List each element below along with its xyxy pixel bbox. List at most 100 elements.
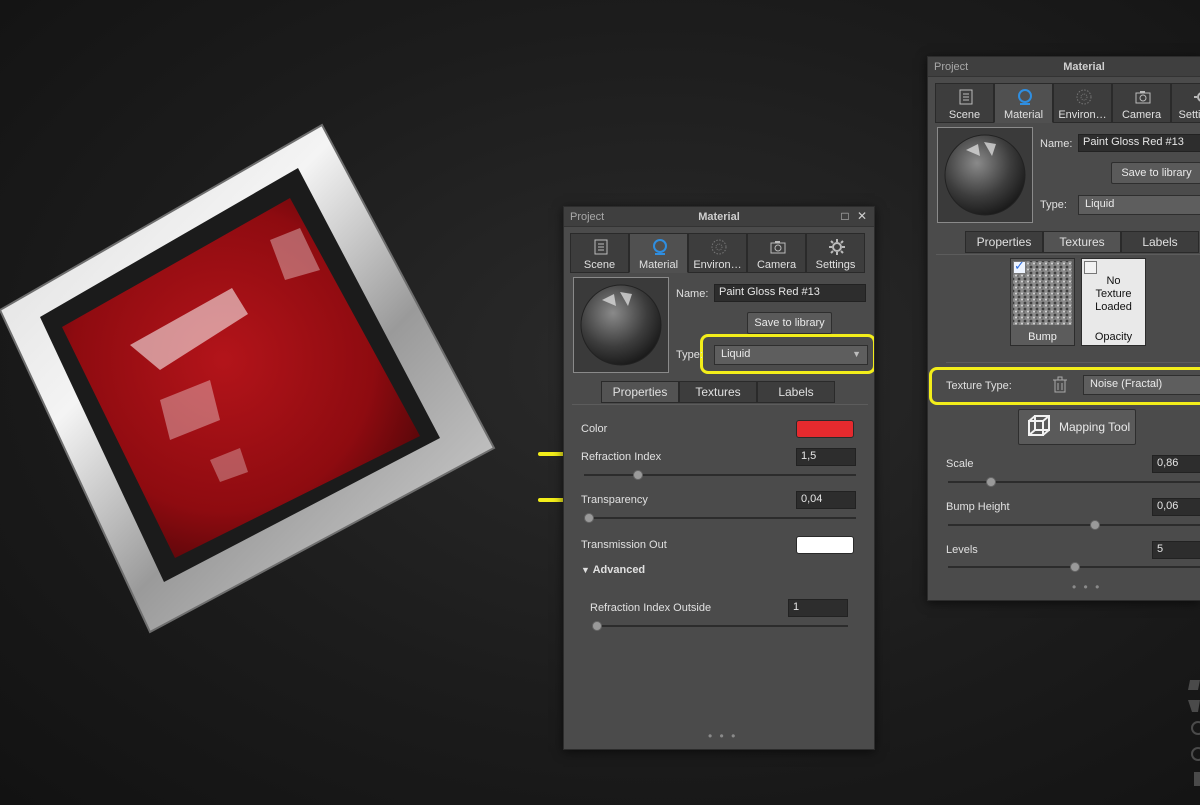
mapping-tool-button[interactable]: Mapping Tool xyxy=(1018,409,1136,445)
transparency-slider-knob[interactable] xyxy=(584,513,595,523)
name-label: Name: xyxy=(1040,138,1073,150)
save-to-library-button[interactable]: Save to library xyxy=(747,312,832,334)
refraction-index-outside-slider-knob[interactable] xyxy=(592,621,603,631)
refraction-index-outside-label: Refraction Index Outside xyxy=(590,602,712,614)
panel-title: Material xyxy=(1063,61,1105,73)
gear-icon xyxy=(1194,92,1200,102)
tab-material[interactable]: Material xyxy=(629,233,688,273)
bump-height-slider-knob[interactable] xyxy=(1089,520,1100,530)
material-sphere-icon xyxy=(653,239,667,255)
tab-environment[interactable]: Environ… xyxy=(688,233,747,273)
tab-settings[interactable]: Settings xyxy=(806,233,865,273)
tab-scene[interactable]: Scene xyxy=(570,233,629,273)
subtab-properties[interactable]: Properties xyxy=(601,381,679,403)
save-to-library-button[interactable]: Save to library xyxy=(1111,162,1200,184)
levels-slider[interactable] xyxy=(948,562,1200,572)
refraction-index-field[interactable]: 1,5 xyxy=(796,448,856,466)
transparency-field[interactable]: 0,04 xyxy=(796,491,856,509)
type-select-value: Liquid xyxy=(721,348,751,360)
scale-field[interactable]: 0,86 xyxy=(1152,455,1200,473)
texture-type-select[interactable]: Noise (Fractal) xyxy=(1083,375,1200,395)
color-label: Color xyxy=(581,423,608,435)
advanced-toggle[interactable]: ▼ Advanced xyxy=(581,564,645,576)
texture-divider xyxy=(946,362,1200,363)
bump-height-slider[interactable] xyxy=(948,520,1200,530)
opacity-enabled-checkbox[interactable] xyxy=(1084,261,1097,274)
refraction-index-slider-knob[interactable] xyxy=(633,470,644,480)
tab-material[interactable]: Material xyxy=(994,83,1053,123)
subtab-labels[interactable]: Labels xyxy=(1121,231,1199,253)
subtab-textures[interactable]: Textures xyxy=(679,381,757,403)
tab-scene-label: Scene xyxy=(948,109,981,121)
environment-icon xyxy=(711,239,727,255)
tab-environment-label: Environ… xyxy=(693,259,742,271)
bump-height-label: Bump Height xyxy=(946,501,1010,513)
more-options-dots[interactable]: • • • xyxy=(1072,580,1101,594)
texture-slot-bump[interactable]: ✓ Bump xyxy=(1010,258,1075,346)
tab-environment[interactable]: Environ… xyxy=(1053,83,1112,123)
scale-slider[interactable] xyxy=(948,477,1200,487)
more-options-dots[interactable]: • • • xyxy=(708,729,737,743)
subtabs-divider xyxy=(572,404,868,405)
tab-camera[interactable]: Camera xyxy=(1112,83,1171,123)
sub-tabs: Properties Textures Labels xyxy=(601,381,835,403)
texture-slot-opacity[interactable]: No Texture Loaded Opacity xyxy=(1081,258,1146,346)
type-label: Type: xyxy=(676,349,703,361)
tab-environment-label: Environ… xyxy=(1058,109,1107,121)
rendered-tile-image xyxy=(0,123,496,634)
tab-material-label: Material xyxy=(638,259,679,271)
type-select[interactable]: Liquid xyxy=(1078,195,1200,215)
material-panel-center: Project Material □ ✕ Scene Material Envi… xyxy=(563,206,875,750)
color-swatch[interactable] xyxy=(796,420,854,438)
levels-slider-knob[interactable] xyxy=(1069,562,1080,572)
tab-camera-label: Camera xyxy=(756,259,797,271)
environment-icon xyxy=(1076,89,1092,105)
subtabs-divider xyxy=(936,254,1200,255)
caret-down-icon: ▼ xyxy=(581,565,590,575)
transmission-out-swatch[interactable] xyxy=(796,536,854,554)
subtab-textures[interactable]: Textures xyxy=(1043,231,1121,253)
subtab-properties[interactable]: Properties xyxy=(965,231,1043,253)
no-texture-line-1: No xyxy=(1106,275,1121,287)
scale-slider-knob[interactable] xyxy=(986,477,996,487)
refraction-index-outside-slider[interactable] xyxy=(592,621,848,631)
panel-title: Material xyxy=(698,211,740,223)
transparency-slider[interactable] xyxy=(584,513,856,523)
tab-settings-label: Settings xyxy=(815,259,856,271)
trash-icon[interactable] xyxy=(1052,376,1068,394)
no-texture-line-2: Texture xyxy=(1095,288,1132,300)
texture-type-value: Noise (Fractal) xyxy=(1090,378,1163,390)
close-icon[interactable]: ✕ xyxy=(855,209,869,223)
main-tabs: Scene Material Environ… Camera Settings xyxy=(570,233,865,273)
material-preview-sphere xyxy=(944,134,1026,216)
cube-icon xyxy=(1028,415,1050,436)
no-texture-loaded-text: No Texture Loaded xyxy=(1082,275,1145,314)
brand-watermark-graphic xyxy=(1188,680,1200,786)
scale-label: Scale xyxy=(946,458,974,470)
bump-slot-label: Bump xyxy=(1028,331,1057,343)
material-preview-thumbnail[interactable] xyxy=(937,127,1033,223)
refraction-index-outside-field[interactable]: 1 xyxy=(788,599,848,617)
name-field[interactable]: Paint Gloss Red #13 xyxy=(714,284,866,302)
tab-material-label: Material xyxy=(1003,109,1044,121)
texture-type-label: Texture Type: xyxy=(946,380,1012,392)
scene-icon xyxy=(959,89,973,105)
type-select[interactable]: Liquid ▼ xyxy=(714,345,868,365)
levels-field[interactable]: 5 xyxy=(1152,541,1200,559)
bump-enabled-checkbox[interactable]: ✓ xyxy=(1013,258,1026,274)
tab-settings[interactable]: Setti xyxy=(1171,83,1200,123)
panel-titlebar: Project Material □ ✕ xyxy=(564,207,874,227)
material-preview-thumbnail[interactable] xyxy=(573,277,669,373)
panel-titlebar: Project Material xyxy=(928,57,1200,77)
subtab-labels[interactable]: Labels xyxy=(757,381,835,403)
name-field[interactable]: Paint Gloss Red #13 xyxy=(1078,134,1200,152)
tab-scene[interactable]: Scene xyxy=(935,83,994,123)
restore-icon[interactable]: □ xyxy=(838,209,852,223)
sub-tabs: Properties Textures Labels xyxy=(965,231,1199,253)
type-select-value: Liquid xyxy=(1085,198,1115,210)
bump-height-field[interactable]: 0,06 xyxy=(1152,498,1200,516)
camera-icon xyxy=(1135,91,1151,104)
transparency-label: Transparency xyxy=(581,494,648,506)
tab-camera[interactable]: Camera xyxy=(747,233,806,273)
refraction-index-slider[interactable] xyxy=(584,470,856,480)
